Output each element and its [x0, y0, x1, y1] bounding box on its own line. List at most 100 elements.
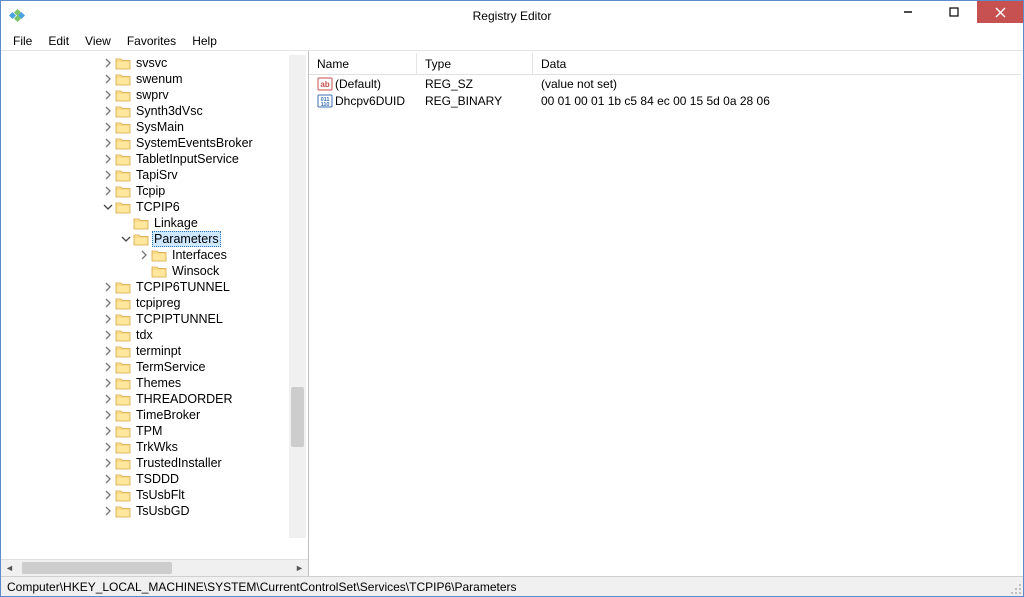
value-type: REG_BINARY — [417, 94, 533, 108]
scroll-left-button[interactable]: ◄ — [1, 560, 18, 576]
expander-closed-icon[interactable] — [101, 456, 115, 470]
expander-closed-icon[interactable] — [101, 360, 115, 374]
menu-favorites[interactable]: Favorites — [119, 32, 184, 50]
window-frame: Registry Editor File Edit View Favorites… — [0, 0, 1024, 597]
tree-item[interactable]: TSDDD — [5, 471, 306, 487]
tree-item-label: TsUsbGD — [134, 504, 191, 518]
titlebar-controls — [885, 1, 1023, 31]
horizontal-scrollbar[interactable]: ◄ ► — [1, 559, 308, 576]
tree-item[interactable]: TCPIP6 — [5, 199, 306, 215]
tree-item-label: Parameters — [152, 231, 221, 247]
tree-item[interactable]: TermService — [5, 359, 306, 375]
scrollbar-track[interactable] — [289, 55, 306, 538]
expander-closed-icon[interactable] — [101, 88, 115, 102]
expander-closed-icon[interactable] — [101, 376, 115, 390]
expander-closed-icon[interactable] — [101, 120, 115, 134]
list-row[interactable]: 011110Dhcpv6DUIDREG_BINARY00 01 00 01 1b… — [309, 92, 1021, 109]
tree-item[interactable]: THREADORDER — [5, 391, 306, 407]
scroll-right-button[interactable]: ► — [291, 560, 308, 576]
expander-closed-icon[interactable] — [101, 504, 115, 518]
expander-closed-icon[interactable] — [101, 280, 115, 294]
tree-item-label: tcpipreg — [134, 296, 182, 310]
expander-closed-icon[interactable] — [101, 296, 115, 310]
expander-open-icon[interactable] — [119, 232, 133, 246]
tree-item[interactable]: tdx — [5, 327, 306, 343]
scrollbar-track[interactable] — [18, 560, 291, 576]
expander-open-icon[interactable] — [101, 200, 115, 214]
column-header-name[interactable]: Name — [309, 53, 417, 74]
tree-item[interactable]: TapiSrv — [5, 167, 306, 183]
tree-item[interactable]: Tcpip — [5, 183, 306, 199]
expander-closed-icon[interactable] — [101, 440, 115, 454]
tree-item[interactable]: TrustedInstaller — [5, 455, 306, 471]
menu-view[interactable]: View — [77, 32, 119, 50]
menu-edit[interactable]: Edit — [40, 32, 77, 50]
client-area: svsvcswenumswprvSynth3dVscSysMainSystemE… — [1, 51, 1023, 576]
expander-closed-icon[interactable] — [101, 168, 115, 182]
expander-closed-icon[interactable] — [101, 392, 115, 406]
column-header-type[interactable]: Type — [417, 53, 533, 74]
value-type: REG_SZ — [417, 77, 533, 91]
registry-tree[interactable]: svsvcswenumswprvSynth3dVscSysMainSystemE… — [3, 53, 306, 521]
svg-text:110: 110 — [321, 102, 330, 108]
tree-item[interactable]: TCPIPTUNNEL — [5, 311, 306, 327]
expander-closed-icon[interactable] — [101, 408, 115, 422]
value-name: Dhcpv6DUID — [335, 94, 405, 108]
menu-file[interactable]: File — [5, 32, 40, 50]
folder-icon — [115, 344, 131, 358]
list-body[interactable]: ab(Default)REG_SZ(value not set)011110Dh… — [309, 75, 1021, 574]
folder-icon — [115, 184, 131, 198]
expander-closed-icon[interactable] — [101, 152, 115, 166]
menubar: File Edit View Favorites Help — [1, 31, 1023, 51]
expander-closed-icon[interactable] — [101, 72, 115, 86]
tree-item[interactable]: tcpipreg — [5, 295, 306, 311]
tree-item-label: Tcpip — [134, 184, 167, 198]
close-button[interactable] — [977, 1, 1023, 23]
tree-item[interactable]: TimeBroker — [5, 407, 306, 423]
expander-closed-icon[interactable] — [101, 344, 115, 358]
list-header: Name Type Data — [309, 53, 1021, 75]
tree-item[interactable]: swenum — [5, 71, 306, 87]
menu-help[interactable]: Help — [184, 32, 225, 50]
folder-icon — [115, 312, 131, 326]
list-row[interactable]: ab(Default)REG_SZ(value not set) — [309, 75, 1021, 92]
tree-item[interactable]: svsvc — [5, 55, 306, 71]
tree-item[interactable]: SystemEventsBroker — [5, 135, 306, 151]
tree-item[interactable]: Linkage — [5, 215, 306, 231]
tree-item-label: Themes — [134, 376, 183, 390]
resize-grip-icon[interactable] — [1008, 581, 1022, 595]
column-header-data[interactable]: Data — [533, 53, 1021, 74]
tree-item[interactable]: Winsock — [5, 263, 306, 279]
scrollbar-thumb[interactable] — [22, 562, 172, 574]
folder-icon — [115, 504, 131, 518]
tree-item[interactable]: Themes — [5, 375, 306, 391]
tree-item[interactable]: Interfaces — [5, 247, 306, 263]
tree-item[interactable]: terminpt — [5, 343, 306, 359]
expander-closed-icon[interactable] — [137, 248, 151, 262]
tree-item-label: svsvc — [134, 56, 169, 70]
expander-closed-icon[interactable] — [101, 488, 115, 502]
scrollbar-thumb[interactable] — [291, 387, 304, 447]
expander-closed-icon[interactable] — [101, 184, 115, 198]
expander-closed-icon[interactable] — [101, 424, 115, 438]
vertical-scrollbar[interactable] — [289, 55, 306, 538]
tree-item[interactable]: SysMain — [5, 119, 306, 135]
expander-closed-icon[interactable] — [101, 56, 115, 70]
tree-item[interactable]: swprv — [5, 87, 306, 103]
tree-item[interactable]: Parameters — [5, 231, 306, 247]
tree-item[interactable]: TCPIP6TUNNEL — [5, 279, 306, 295]
expander-closed-icon[interactable] — [101, 472, 115, 486]
minimize-button[interactable] — [885, 1, 931, 23]
tree-item[interactable]: Synth3dVsc — [5, 103, 306, 119]
expander-closed-icon[interactable] — [101, 104, 115, 118]
expander-closed-icon[interactable] — [101, 312, 115, 326]
tree-item[interactable]: TsUsbGD — [5, 503, 306, 519]
tree-item[interactable]: TPM — [5, 423, 306, 439]
tree-item[interactable]: TsUsbFlt — [5, 487, 306, 503]
maximize-button[interactable] — [931, 1, 977, 23]
tree-item[interactable]: TabletInputService — [5, 151, 306, 167]
expander-closed-icon[interactable] — [101, 328, 115, 342]
expander-closed-icon[interactable] — [101, 136, 115, 150]
statusbar: Computer\HKEY_LOCAL_MACHINE\SYSTEM\Curre… — [1, 576, 1023, 596]
tree-item[interactable]: TrkWks — [5, 439, 306, 455]
